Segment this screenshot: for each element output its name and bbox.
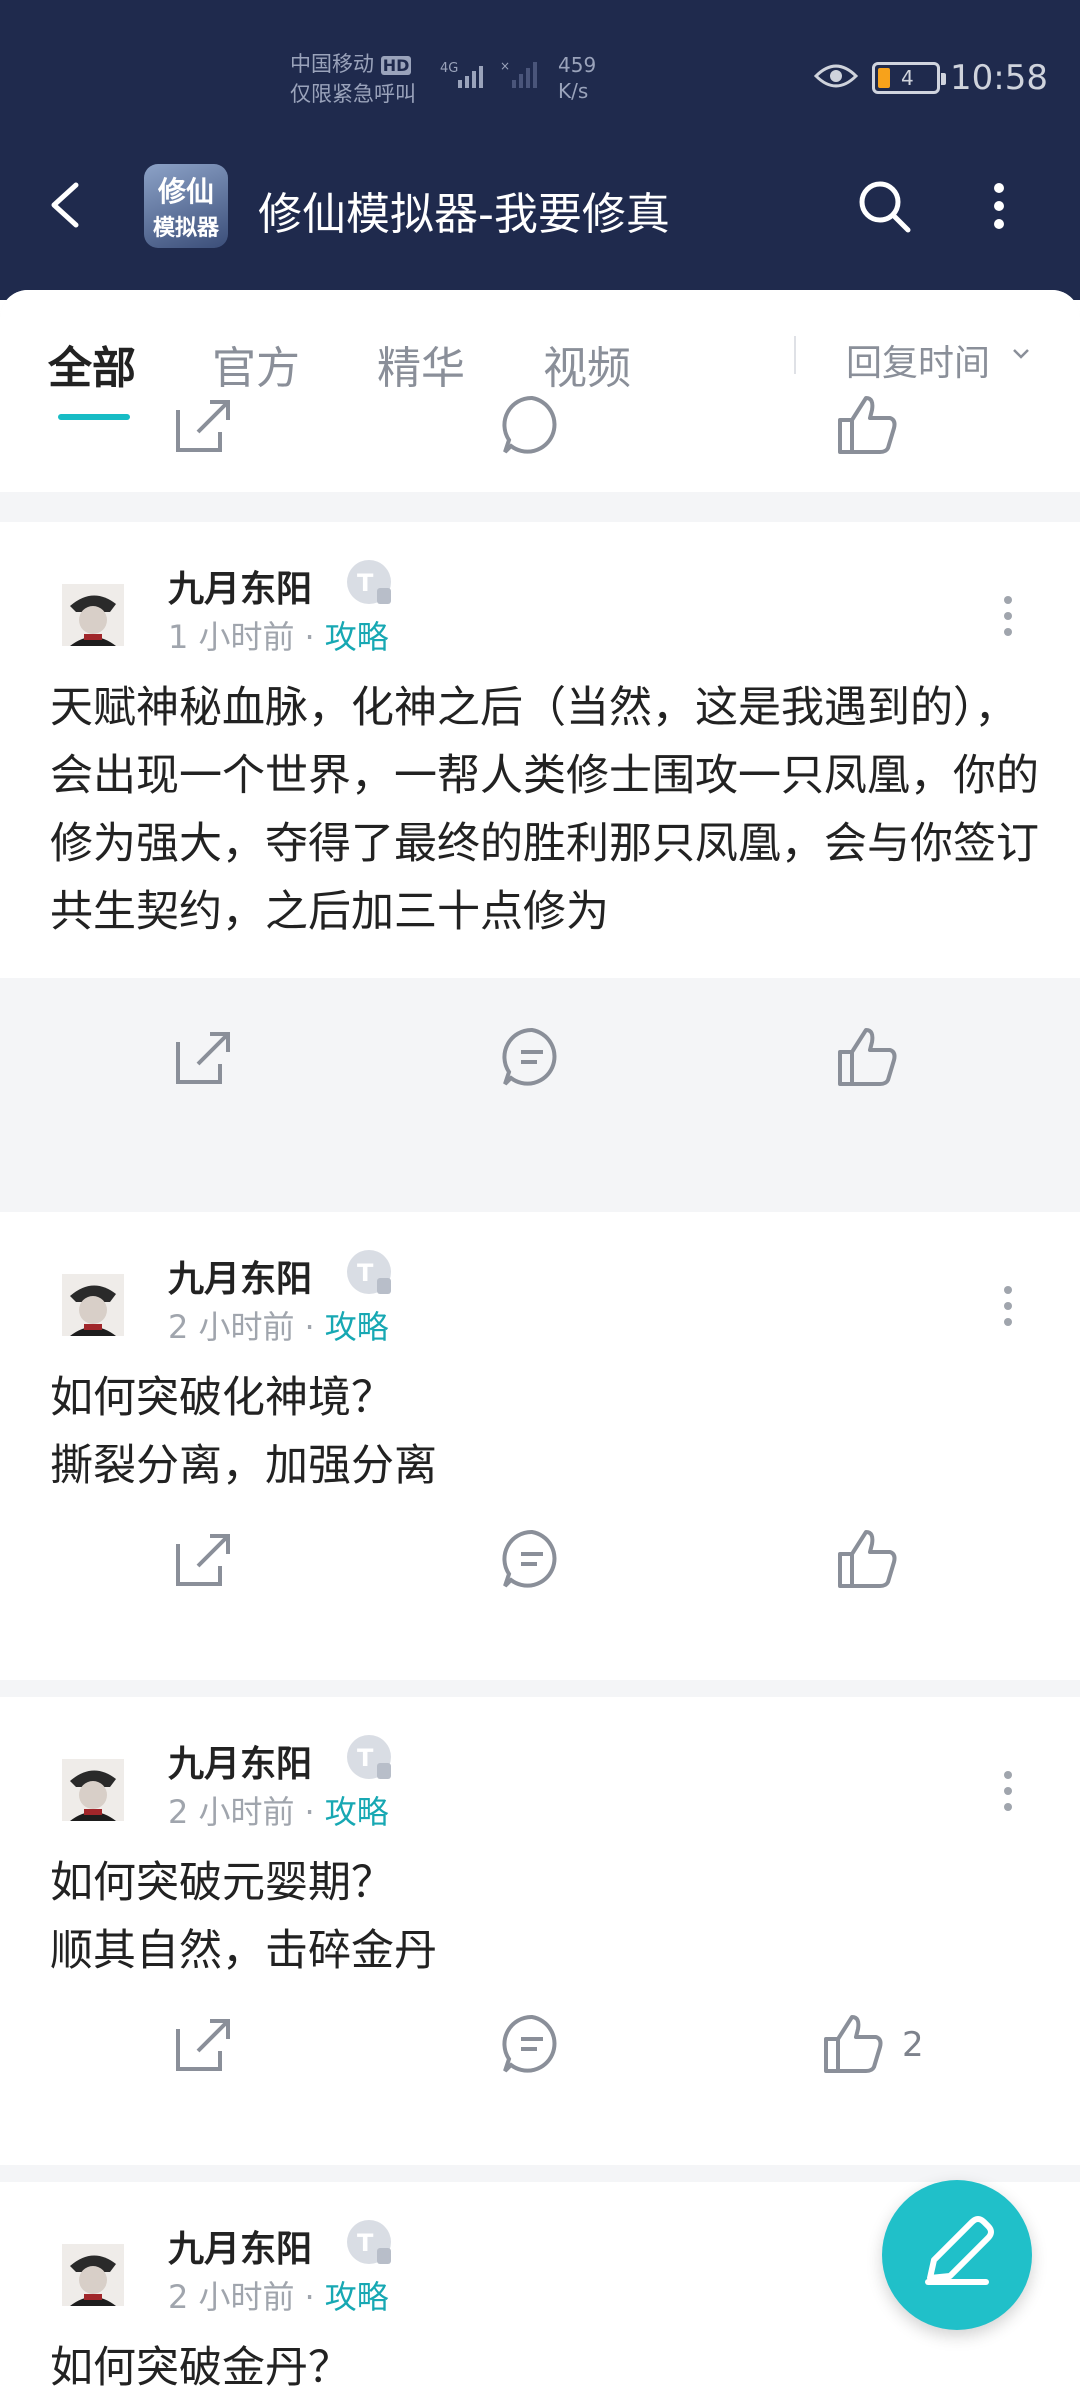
edit-pen-icon: [925, 2216, 994, 2285]
post-content[interactable]: 如何突破化神境？ 撕裂分离，加强分离: [50, 1364, 1040, 1500]
share-icon[interactable]: [168, 390, 238, 460]
chevron-down-icon: [1013, 349, 1029, 359]
post-meta: 2 小时前 · 攻略: [168, 2278, 389, 2316]
compose-button[interactable]: [882, 2180, 1032, 2330]
svg-text:T: T: [357, 2229, 374, 2257]
share-icon[interactable]: [168, 2009, 238, 2079]
app-header: 中国移动 HD 仅限紧急呼叫 4G × 459 K/s 4 10:58 修仙 模…: [0, 0, 1080, 300]
level-badge-icon: T: [347, 1735, 391, 1779]
level-badge-icon: T: [347, 2220, 391, 2264]
signal-icon: 4G: [440, 61, 483, 88]
comment-icon[interactable]: [497, 2009, 567, 2079]
like-icon[interactable]: [832, 1524, 902, 1594]
more-vertical-icon[interactable]: [1000, 594, 1016, 638]
level-badge-icon: T: [347, 560, 391, 604]
svg-text:4G: 4G: [440, 61, 458, 76]
post-meta: 2 小时前 · 攻略: [168, 1308, 389, 1346]
like-icon[interactable]: [832, 390, 902, 460]
username[interactable]: 九月东阳: [168, 1735, 312, 1787]
comment-icon[interactable]: [497, 390, 567, 460]
post-card[interactable]: 九月东阳 T 1 小时前 · 攻略 天赋神秘血脉，化神之后（当然，这是我遇到的），会…: [0, 522, 1080, 1086]
post-meta: 1 小时前 · 攻略: [168, 618, 389, 656]
status-time: 10:58: [950, 58, 1048, 98]
like-icon[interactable]: [818, 2009, 888, 2079]
search-icon[interactable]: [854, 176, 914, 236]
more-vertical-icon[interactable]: [984, 176, 1014, 236]
tab-official[interactable]: 官方: [212, 332, 300, 396]
network-speed: 459 K/s: [558, 53, 597, 103]
avatar[interactable]: [62, 1274, 124, 1336]
username[interactable]: 九月东阳: [168, 2220, 312, 2272]
post-card[interactable]: 九月东阳 T 2 小时前 · 攻略 如何突破元婴期？ 顺其自然，击碎金丹 2: [0, 1697, 1080, 2165]
signal-icon-2: ×: [500, 59, 537, 88]
post-tag[interactable]: 攻略: [325, 2278, 389, 2316]
post-tag[interactable]: 攻略: [325, 1793, 389, 1831]
eye-icon: [814, 64, 858, 88]
status-carrier: 中国移动 HD 仅限紧急呼叫: [290, 52, 416, 106]
comment-icon[interactable]: [497, 1524, 567, 1594]
app-icon: 修仙 模拟器: [144, 164, 228, 248]
tab-video[interactable]: 视频: [543, 332, 631, 396]
like-count: 2: [902, 2025, 924, 2065]
svg-text:T: T: [357, 1259, 374, 1287]
post-content[interactable]: 天赋神秘血脉，化神之后（当然，这是我遇到的），会出现一个世界，一帮人类修士围攻一…: [50, 674, 1040, 946]
tab-featured[interactable]: 精华: [377, 332, 465, 396]
svg-text:×: ×: [500, 59, 510, 73]
username[interactable]: 九月东阳: [168, 560, 312, 612]
svg-text:T: T: [357, 569, 374, 597]
tab-all[interactable]: 全部: [48, 332, 136, 396]
more-vertical-icon[interactable]: [1000, 1284, 1016, 1328]
avatar[interactable]: [62, 584, 124, 646]
svg-text:T: T: [357, 1744, 374, 1772]
post-content[interactable]: 如何突破金丹？: [50, 2334, 1040, 2400]
level-badge-icon: T: [347, 1250, 391, 1294]
post-meta: 2 小时前 · 攻略: [168, 1793, 389, 1831]
like-icon[interactable]: [832, 1022, 902, 1092]
avatar[interactable]: [62, 1759, 124, 1821]
page-title: 修仙模拟器-我要修真: [258, 189, 670, 240]
post-card[interactable]: 九月东阳 T 2 小时前 · 攻略 如何突破化神境？ 撕裂分离，加强分离: [0, 1212, 1080, 1680]
content-panel: 全部 官方 精华 视频 回复时间 九月东阳 T 1 小时前 · 攻略 天赋神秘血…: [0, 290, 1080, 2400]
share-icon[interactable]: [168, 1524, 238, 1594]
username[interactable]: 九月东阳: [168, 1250, 312, 1302]
more-vertical-icon[interactable]: [1000, 1769, 1016, 1813]
sort-dropdown[interactable]: 回复时间: [846, 334, 990, 386]
divider: [794, 336, 796, 374]
post-tag[interactable]: 攻略: [325, 618, 389, 656]
share-icon[interactable]: [168, 1022, 238, 1092]
post-content[interactable]: 如何突破元婴期？ 顺其自然，击碎金丹: [50, 1849, 1040, 1985]
comment-icon[interactable]: [497, 1022, 567, 1092]
back-arrow-icon[interactable]: [40, 175, 90, 235]
avatar[interactable]: [62, 2244, 124, 2306]
battery-icon: 4: [872, 62, 946, 94]
post-card-partial: [0, 395, 1080, 492]
post-tag[interactable]: 攻略: [325, 1308, 389, 1346]
